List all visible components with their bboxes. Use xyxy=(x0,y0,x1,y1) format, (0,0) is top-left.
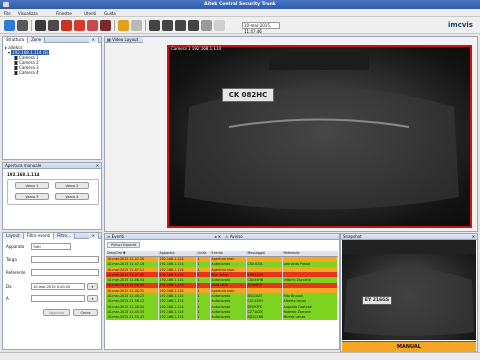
tab-other-filter[interactable]: Filtro... xyxy=(54,233,75,239)
license-plate: CK 082HC xyxy=(222,88,274,102)
snapshot-status-badge: MANUAL xyxy=(342,341,476,352)
tree-camera-4[interactable]: ◙ Camera 4 xyxy=(5,70,49,75)
events-panel: ≡ Eventi ◂ ✕ ⚠ Avviso Pulisci Esporta Da… xyxy=(104,233,340,350)
to-calendar-button[interactable]: ▾ xyxy=(87,295,98,302)
block-icon[interactable] xyxy=(100,20,111,31)
toolbar-separator xyxy=(145,20,146,31)
referent-label: Referente xyxy=(6,270,26,275)
toolbar-separator xyxy=(114,20,115,31)
car-silhouette xyxy=(184,52,459,210)
panel-header: Apertura manuale ✕ xyxy=(3,163,101,169)
close-icon[interactable]: ✕ xyxy=(88,233,99,239)
brand-logo: imcvis xyxy=(448,21,473,29)
filter-panel: Layout Filtro eventi Filtro... ✕ Apparato … xyxy=(2,232,102,350)
alarm-icon[interactable] xyxy=(61,20,72,31)
tab-structure[interactable]: Struttura xyxy=(3,37,29,43)
table-cell: 192.168.1.114 xyxy=(158,314,197,320)
from-calendar-button[interactable]: ▾ xyxy=(87,283,98,290)
snapshot-car xyxy=(342,240,476,336)
menu-file[interactable]: File xyxy=(4,11,11,16)
refresh-icon[interactable] xyxy=(201,20,212,31)
users-icon[interactable] xyxy=(118,20,129,31)
zoom-icon[interactable] xyxy=(214,20,225,31)
table-cell: 10-mar-2015 11.45.43 xyxy=(106,314,159,320)
server-label: 192.168.1.114 xyxy=(7,172,40,177)
menu-windows[interactable]: Finestre xyxy=(56,11,72,16)
close-icon[interactable]: ◂ ✕ xyxy=(214,234,221,240)
toolbar: 10-mar-2015 11.47.46 imcvis xyxy=(0,17,480,34)
menu-bar: File Visualizza Finestre Utenti Guida xyxy=(0,9,480,17)
chevron-down-icon: ▾ xyxy=(91,285,94,289)
structure-panel: Struttura Zone ✕ ▸ aitekcs ▾ 192.168.1.11… xyxy=(2,36,102,160)
from-date-input[interactable]: 10-mar-2015 0.00.00 xyxy=(31,283,85,290)
camera-icon[interactable] xyxy=(35,20,46,31)
refresh-button[interactable]: Aggiorna xyxy=(43,309,70,316)
tab-zones[interactable]: Zone xyxy=(28,37,46,43)
table-row[interactable]: 10-mar-2015 11.46.54 192.168.1.114 1 Autori… xyxy=(106,277,338,283)
close-icon[interactable]: ✕ xyxy=(96,163,99,169)
device-select[interactable]: Tutti xyxy=(31,243,71,250)
menu-users[interactable]: Utenti xyxy=(84,11,96,16)
toolbar-separator xyxy=(31,20,32,31)
menu-help[interactable]: Guida xyxy=(104,11,116,16)
clock-display: 10-mar-2015 11.47.46 xyxy=(242,22,280,34)
notice-header: ⚠ Avviso xyxy=(223,234,339,240)
plate-label: Targa xyxy=(6,257,17,262)
connect-icon[interactable] xyxy=(4,20,15,31)
events-header: ≡ Eventi ◂ ✕ xyxy=(105,234,223,240)
window-title: Aitek Central Security Trunk xyxy=(204,2,276,7)
table-row[interactable]: 10-mar-2015 11.46.04 192.168.1.114 1 Autori… xyxy=(106,303,338,310)
device-tree: ▸ aitekcs ▾ 192.168.1.114 (E) ◙ Camera 1… xyxy=(5,45,50,75)
table-cell: 1 xyxy=(196,314,211,320)
fullscreen-icon[interactable] xyxy=(175,20,186,31)
layout-4-icon[interactable] xyxy=(162,20,173,31)
snapshot-image[interactable] xyxy=(342,240,476,340)
record-icon[interactable] xyxy=(48,20,59,31)
events-table-body: 10-mar-2015 11.47.26 192.168.1.114 1 Apertu… xyxy=(106,256,338,320)
plate-input[interactable] xyxy=(31,256,99,263)
to-date-input[interactable] xyxy=(31,295,85,302)
video-tab[interactable]: ▦ Video Layout xyxy=(105,37,143,43)
table-row[interactable]: 10-mar-2015 11.46.22 192.168.1.114 1 Autori… xyxy=(106,293,338,299)
table-cell: Mirella Lenzo xyxy=(282,314,338,320)
menu-view[interactable]: Visualizza xyxy=(18,11,38,16)
close-icon[interactable]: ✕ xyxy=(88,37,99,43)
tab-layout[interactable]: Layout xyxy=(3,233,24,239)
search-button[interactable]: Cerca xyxy=(73,309,98,316)
table-row[interactable]: 10-mar-2015 11.46.12 192.168.1.114 1 Autori… xyxy=(106,298,338,304)
structure-tabs: Struttura Zone ✕ xyxy=(3,37,101,43)
events-toolbar[interactable]: Pulisci Esporta xyxy=(107,242,141,248)
gate-2-button[interactable]: Varco 2 xyxy=(55,182,89,189)
resize-icon[interactable] xyxy=(188,20,199,31)
manual-open-panel: Apertura manuale ✕ 192.168.1.114 Varco 1… xyxy=(2,162,102,230)
gate-3-button[interactable]: Varco 3 xyxy=(15,193,49,200)
panel-title: Apertura manuale xyxy=(5,163,42,168)
tab-event-filter[interactable]: Filtro eventi xyxy=(23,233,55,239)
table-row[interactable]: 10-mar-2015 11.45.53 192.168.1.114 1 Autori… xyxy=(106,309,338,315)
table-cell: Autorizzato xyxy=(210,314,247,320)
referent-input[interactable] xyxy=(31,269,99,276)
camera-label: Camera 1 192.168.1.114 xyxy=(171,46,222,51)
from-label: Da xyxy=(6,284,12,289)
settings-icon[interactable] xyxy=(131,20,142,31)
snapshot-license-plate: EY 216GS xyxy=(362,296,392,305)
status-bar xyxy=(0,352,480,360)
camera-video[interactable] xyxy=(167,45,472,228)
table-cell: BD201BB xyxy=(246,314,283,320)
filter-tabs: Layout Filtro eventi Filtro... ✕ xyxy=(3,233,101,239)
device-label: Apparato xyxy=(6,244,25,249)
gate-4-button[interactable]: Varco 4 xyxy=(55,193,89,200)
stop-icon[interactable] xyxy=(74,20,85,31)
table-row[interactable]: 10-mar-2015 11.45.43 192.168.1.114 1 Autori… xyxy=(106,314,338,320)
title-bar: Aitek Central Security Trunk xyxy=(0,0,480,9)
disconnect-icon[interactable] xyxy=(17,20,28,31)
layout-1-icon[interactable] xyxy=(149,20,160,31)
to-label: A xyxy=(6,296,9,301)
events-table: Data/Ora ▼ Apparato Linea Evento Messagg… xyxy=(106,251,338,320)
gate-1-button[interactable]: Varco 1 xyxy=(15,182,49,189)
table-row[interactable]: 10-mar-2015 11.47.18 192.168.1.114 1 Autori… xyxy=(106,261,338,267)
chevron-down-icon: ▾ xyxy=(91,297,94,301)
delete-icon[interactable] xyxy=(87,20,98,31)
